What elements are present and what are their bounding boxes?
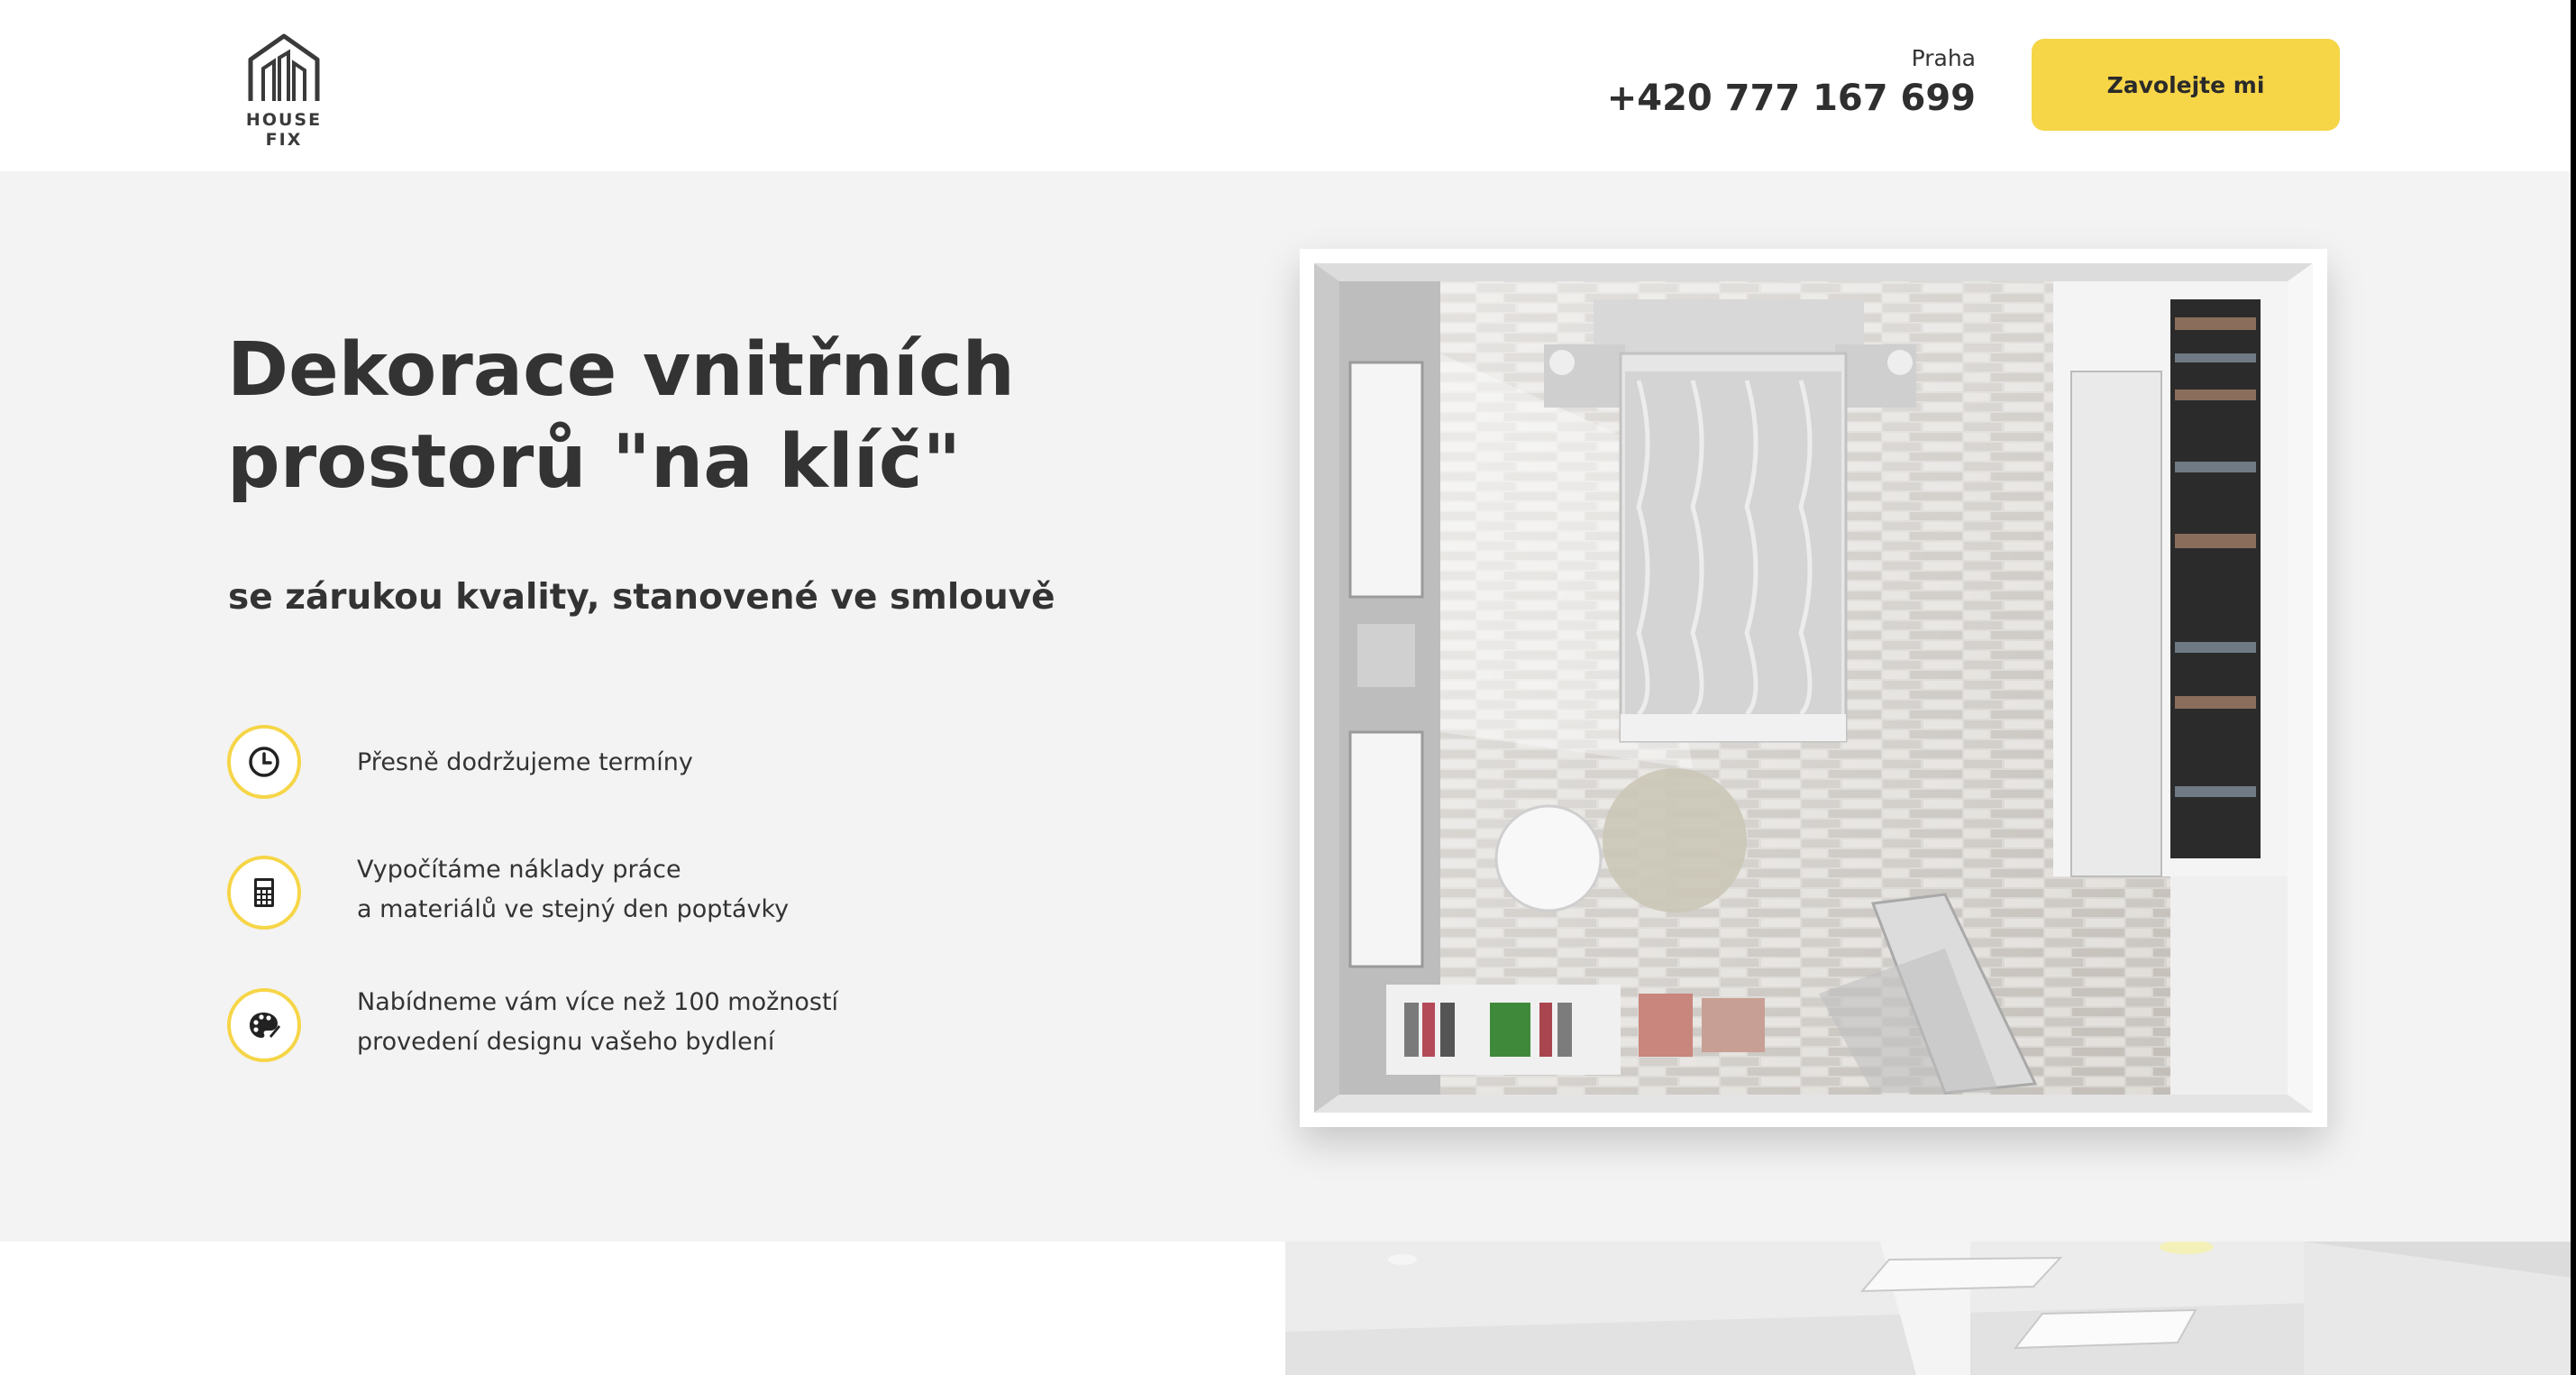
palette-icon	[250, 1013, 280, 1038]
call-me-button[interactable]: Zavolejte mi	[2032, 39, 2340, 131]
clock-icon	[249, 747, 279, 777]
bedroom-render-image	[1300, 249, 2327, 1127]
feature-line-1: Přesně dodržujeme termíny	[357, 748, 693, 776]
feature-icon-circle	[227, 856, 301, 930]
feature-text: Přesně dodržujeme termíny	[357, 743, 693, 783]
feature-icon-circle	[227, 725, 301, 799]
bedroom-top-view-illustration	[1314, 263, 2313, 1113]
hero-subtitle: se zárukou kvality, stanovené ve smlouvě	[228, 577, 1055, 618]
page: HOUSE FIX Praha +420 777 167 699 Zavolej…	[0, 0, 2571, 1375]
feature-icon-circle	[227, 988, 301, 1062]
house-fix-logo[interactable]: HOUSE FIX	[227, 32, 341, 150]
feature-line-1: Nabídneme vám více než 100 možností	[357, 988, 839, 1016]
next-section-left	[0, 1242, 1285, 1375]
feature-line-2: provedení designu vašeho bydlení	[357, 1028, 775, 1056]
feature-line-2: a materiálů ve stejný den poptávky	[357, 895, 790, 923]
hero-section: Dekorace vnitřních prostorů "na klíč" se…	[0, 171, 2571, 1242]
next-section-image	[1285, 1242, 2571, 1375]
feature-item-deadlines: Přesně dodržujeme termíny	[227, 725, 1128, 801]
phone-number[interactable]: +420 777 167 699	[1607, 78, 1976, 119]
house-logo-icon	[248, 33, 320, 101]
calculator-icon	[254, 878, 274, 907]
feature-text: Nabídneme vám více než 100 možností prov…	[357, 983, 838, 1062]
interior-ceiling-photo	[1285, 1242, 2571, 1375]
hero-title: Dekorace vnitřních prostorů "na klíč"	[227, 327, 1015, 505]
logo-text: HOUSE FIX	[245, 110, 323, 150]
site-header: HOUSE FIX Praha +420 777 167 699 Zavolej…	[0, 0, 2571, 171]
feature-item-costs: Vypočítáme náklady práce a materiálů ve …	[227, 856, 1128, 931]
city-label: Praha	[1911, 45, 1976, 71]
feature-text: Vypočítáme náklady práce a materiálů ve …	[357, 850, 789, 930]
feature-line-1: Vypočítáme náklady práce	[357, 856, 681, 884]
feature-item-designs: Nabídneme vám více než 100 možností prov…	[227, 988, 1128, 1064]
